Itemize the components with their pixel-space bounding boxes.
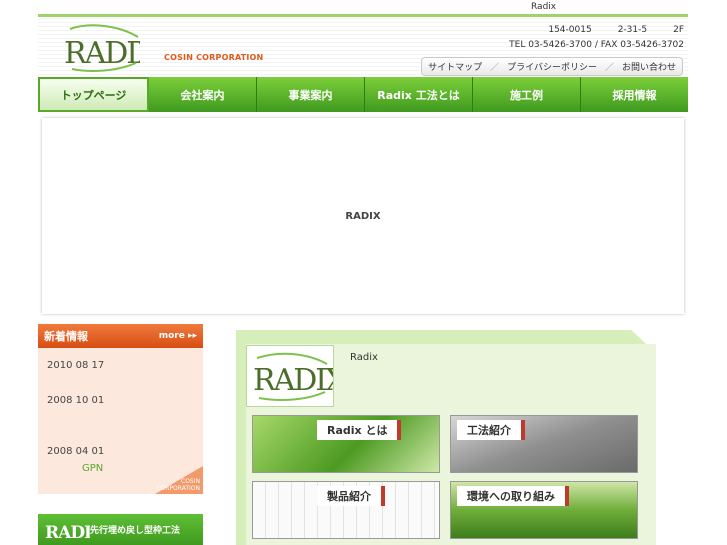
site-header: RADIX COSIN CORPORATION 154-0015 2-31-5 2F…: [38, 14, 688, 79]
card-products[interactable]: 製品紹介: [252, 481, 440, 539]
tel-fax: TEL 03-5426-3700 / FAX 03-5426-3702: [509, 40, 684, 50]
main-nav: トップページ 会社案内 事業案内 Radix 工法とは 施工例 採用情報: [38, 77, 688, 112]
card-radix-about[interactable]: Radix とは: [252, 415, 440, 473]
postal-code: 154-0015: [548, 25, 592, 35]
site-tagline: Radix: [531, 2, 557, 12]
card-label: Radix とは: [317, 420, 402, 440]
nav-business[interactable]: 事業案内: [257, 77, 365, 112]
card-label: 環境への取り組み: [457, 486, 569, 506]
panel-intro-text: Radix: [350, 352, 378, 363]
radix-logo[interactable]: RADIX: [62, 23, 140, 73]
separator: ／: [604, 63, 614, 73]
hero-text: RADIX: [345, 210, 381, 222]
banner-label: 先行埋め戻し型枠工法: [90, 526, 181, 536]
address-line: 2-31-5: [617, 25, 648, 35]
nav-company[interactable]: 会社案内: [149, 77, 257, 112]
address-floor: 2F: [673, 25, 684, 35]
news-header: 新着情報 more ▸▸: [38, 324, 203, 348]
news-date[interactable]: 2008 04 01: [47, 446, 104, 457]
news-more-link[interactable]: more ▸▸: [159, 331, 197, 341]
nav-top[interactable]: トップページ: [38, 77, 149, 112]
nav-radix-method[interactable]: Radix 工法とは: [365, 77, 473, 112]
news-title: 新着情報: [44, 330, 88, 343]
svg-text:RADIX: RADIX: [45, 523, 90, 543]
news-date[interactable]: 2008 10 01: [47, 395, 104, 406]
news-date[interactable]: 2010 08 17: [47, 360, 104, 371]
separator: ／: [490, 63, 500, 73]
radix-logo-small: RADIX: [253, 352, 349, 401]
company-name: COSIN CORPORATION: [164, 53, 264, 62]
panel-logo: RADIX: [246, 345, 349, 407]
hero-area: RADIX: [42, 118, 684, 314]
nav-works[interactable]: 施工例: [473, 77, 581, 112]
corner-company-text: COSIN CORPORATION: [156, 478, 200, 492]
nav-recruit[interactable]: 採用情報: [581, 77, 688, 112]
card-method-intro[interactable]: 工法紹介: [450, 415, 638, 473]
radix-banner-logo: RADIX: [45, 523, 90, 543]
address-block: 154-0015 2-31-5 2F TEL 03-5426-3700 / FAX …: [509, 23, 684, 53]
card-label: 製品紹介: [317, 486, 385, 506]
news-item-text[interactable]: GPN: [82, 463, 103, 474]
method-banner[interactable]: RADIX 先行埋め戻し型枠工法: [38, 514, 203, 545]
privacy-link[interactable]: プライバシーポリシー: [507, 60, 597, 73]
utility-links: サイトマップ ／ プライバシーポリシー ／ お問い合わせ: [421, 57, 683, 76]
news-box: 新着情報 more ▸▸ 2010 08 17 2008 10 01 2008 …: [38, 324, 203, 494]
card-environment[interactable]: 環境への取り組み: [450, 481, 638, 539]
sitemap-link[interactable]: サイトマップ: [428, 60, 482, 73]
contact-link[interactable]: お問い合わせ: [622, 60, 676, 73]
card-label: 工法紹介: [457, 420, 525, 440]
